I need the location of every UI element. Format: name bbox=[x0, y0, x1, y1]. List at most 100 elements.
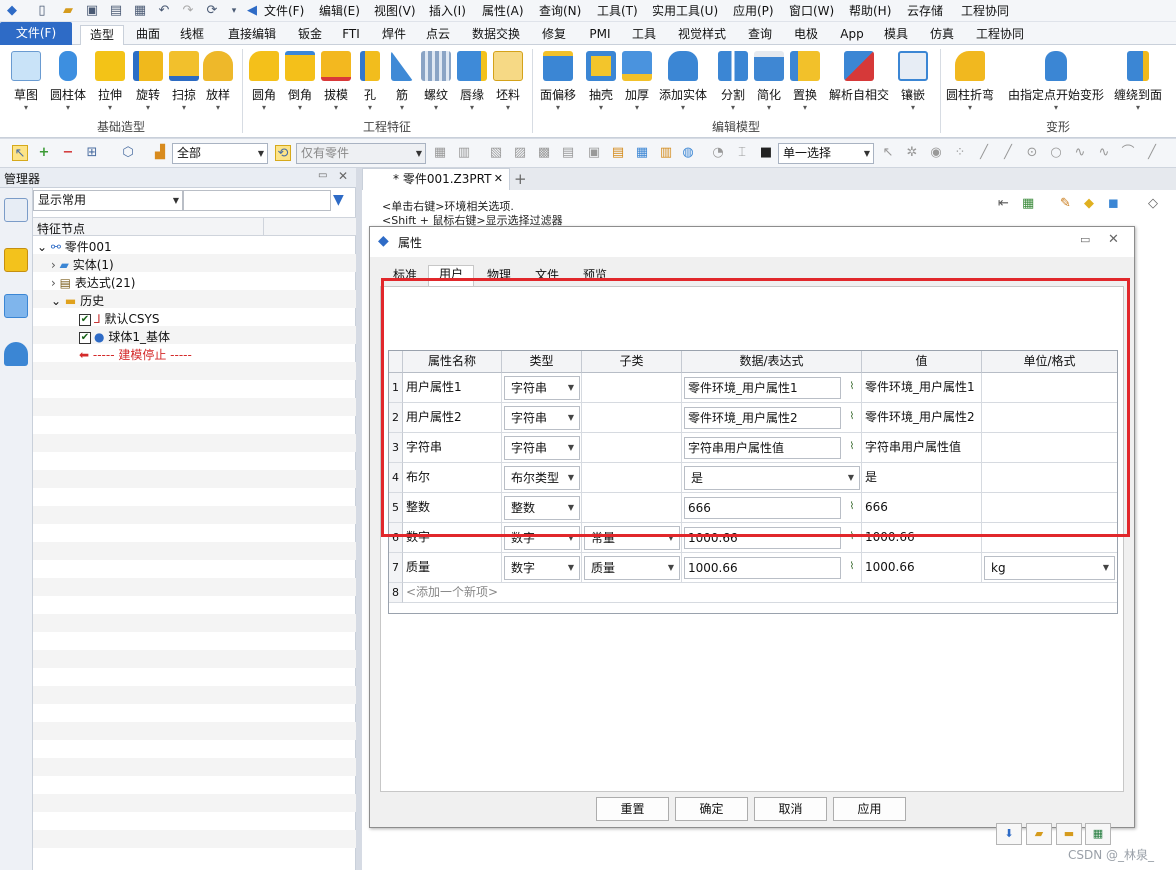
print-icon[interactable]: ▤ bbox=[108, 3, 124, 19]
chevron-down-icon[interactable]: ⌄ bbox=[51, 294, 61, 308]
property-name-cell[interactable]: 用户属性1 bbox=[403, 373, 502, 403]
simplify-button[interactable]: 简化 ▾ bbox=[752, 51, 786, 113]
face-offset-button[interactable]: 面偏移 ▾ bbox=[538, 51, 578, 113]
extrude-button[interactable]: 拉伸 ▾ bbox=[92, 51, 128, 113]
chevron-right-icon[interactable]: › bbox=[51, 276, 56, 290]
open-folder-button[interactable]: ▰ bbox=[1026, 823, 1052, 845]
tool-f-icon[interactable]: ▤ bbox=[560, 145, 576, 161]
tree-expressions[interactable]: › ▤ 表达式(21) bbox=[51, 274, 135, 292]
checkbox-checked[interactable]: ✔ bbox=[79, 313, 91, 326]
checkbox-checked[interactable]: ✔ bbox=[79, 331, 91, 344]
apply-button[interactable]: 应用 bbox=[833, 797, 906, 821]
tab-simulation[interactable]: 仿真 bbox=[924, 25, 960, 45]
data-input[interactable]: 1000.66 bbox=[684, 557, 841, 579]
tool-c-icon[interactable]: ▧ bbox=[488, 145, 504, 161]
tab-direct-edit[interactable]: 直接编辑 bbox=[222, 25, 282, 45]
rib-button[interactable]: 筋 ▾ bbox=[388, 51, 416, 113]
menu-collab[interactable]: 工程协同 bbox=[961, 3, 1009, 19]
subtype-select[interactable]: 常量 ▼ bbox=[584, 526, 680, 550]
history-icon[interactable]: ◔ bbox=[710, 145, 726, 161]
resolve-self-intersect-button[interactable]: 解析自相交 bbox=[828, 51, 890, 103]
scope-combo[interactable]: 仅有零件 ▼ bbox=[296, 143, 426, 164]
shell-button[interactable]: 抽壳 ▾ bbox=[584, 51, 618, 113]
save-icon[interactable]: ▣ bbox=[84, 3, 100, 19]
tab-tools[interactable]: 工具 bbox=[626, 25, 662, 45]
type-select[interactable]: 整数 ▼ bbox=[504, 496, 580, 520]
emboss-button[interactable]: 镶嵌 ▾ bbox=[896, 51, 930, 113]
quick-access-dropdown-icon[interactable]: ▾ bbox=[226, 3, 242, 19]
tool-d-icon[interactable]: ▨ bbox=[512, 145, 528, 161]
type-select[interactable]: 布尔类型 ▼ bbox=[504, 466, 580, 490]
type-select[interactable]: 字符串 ▼ bbox=[504, 376, 580, 400]
new-file-icon[interactable]: ▯ bbox=[34, 3, 50, 19]
remove-icon[interactable]: − bbox=[60, 145, 76, 161]
redo-icon[interactable]: ↷ bbox=[180, 3, 196, 19]
tab-preview[interactable]: 预览 bbox=[574, 267, 616, 286]
chamfer-button[interactable]: 倒角 ▾ bbox=[282, 51, 318, 113]
refresh-icon[interactable]: ⟳ bbox=[204, 3, 220, 19]
snap-a-icon[interactable]: ↖ bbox=[880, 145, 896, 161]
tool-g-icon[interactable]: ▣ bbox=[586, 145, 602, 161]
tab-weldment[interactable]: 焊件 bbox=[376, 25, 412, 45]
cylinder-bend-button[interactable]: 圆柱折弯 ▾ bbox=[944, 51, 996, 113]
tool-h-icon[interactable]: ▤ bbox=[610, 145, 626, 161]
tab-file[interactable]: 文件(F) bbox=[0, 22, 72, 45]
view-orientation-icon[interactable]: ◇ bbox=[1148, 196, 1158, 211]
split-button[interactable]: 分割 ▾ bbox=[716, 51, 750, 113]
add-icon[interactable]: + bbox=[36, 145, 52, 161]
tool-b-icon[interactable]: ▥ bbox=[456, 145, 472, 161]
menu-insert[interactable]: 插入(I) bbox=[429, 3, 466, 19]
tab-collab[interactable]: 工程协同 bbox=[970, 25, 1030, 45]
tree-view-icon[interactable] bbox=[4, 198, 28, 222]
property-name-cell[interactable]: 数字 bbox=[403, 523, 502, 553]
display-combo[interactable]: 显示常用 ▼ bbox=[33, 190, 183, 211]
dialog-close-icon[interactable]: ✕ bbox=[1108, 232, 1119, 247]
document-tab[interactable]: * 零件001.Z3PRT ✕ bbox=[362, 168, 510, 190]
snap-e-icon[interactable]: ╱ bbox=[976, 145, 992, 161]
tool-i-icon[interactable]: ▦ bbox=[634, 145, 650, 161]
data-input[interactable]: 666 bbox=[684, 497, 841, 519]
tab-visual-style[interactable]: 视觉样式 bbox=[672, 25, 732, 45]
select-mode-combo[interactable]: 单一选择 ▼ bbox=[778, 143, 874, 164]
undo-icon[interactable]: ↶ bbox=[156, 3, 172, 19]
pin-icon[interactable]: ▭ bbox=[318, 170, 327, 181]
replace-button[interactable]: 置换 ▾ bbox=[788, 51, 822, 113]
expression-edit-icon[interactable]: ⌇ bbox=[844, 379, 860, 395]
user-icon[interactable] bbox=[4, 342, 28, 366]
unit-select[interactable]: kg ▼ bbox=[984, 556, 1115, 580]
type-select[interactable]: 字符串 ▼ bbox=[504, 406, 580, 430]
expression-edit-icon[interactable]: ⌇ bbox=[844, 529, 860, 545]
tab-repair[interactable]: 修复 bbox=[536, 25, 572, 45]
tree-search-input[interactable] bbox=[183, 190, 331, 211]
tab-standard[interactable]: 标准 bbox=[384, 267, 426, 286]
data-input[interactable]: 零件环境_用户属性1 bbox=[684, 377, 841, 399]
tool-l-icon[interactable]: ⌶ bbox=[734, 145, 750, 161]
snap-j-icon[interactable]: ∿ bbox=[1096, 145, 1112, 161]
lip-button[interactable]: 唇缘 ▾ bbox=[454, 51, 490, 113]
tab-user[interactable]: 用户 bbox=[428, 265, 474, 287]
snap-c-icon[interactable]: ◉ bbox=[928, 145, 944, 161]
deform-from-point-button[interactable]: 由指定点开始变形 ▾ bbox=[1004, 51, 1108, 113]
snap-l-icon[interactable]: ╱ bbox=[1144, 145, 1160, 161]
thread-button[interactable]: 螺纹 ▾ bbox=[418, 51, 454, 113]
menu-window[interactable]: 窗口(W) bbox=[789, 3, 834, 19]
part-icon[interactable] bbox=[4, 248, 28, 272]
menu-attribute[interactable]: 属性(A) bbox=[482, 3, 524, 19]
tree-solid[interactable]: › ▰ 实体(1) bbox=[51, 256, 114, 274]
type-select[interactable]: 字符串 ▼ bbox=[504, 436, 580, 460]
property-name-cell[interactable]: 质量 bbox=[403, 553, 502, 583]
app-logo-icon[interactable]: ◆ bbox=[4, 3, 20, 19]
wrap-to-face-button[interactable]: 缠绕到面 ▾ bbox=[1112, 51, 1164, 113]
type-select[interactable]: 数字 ▼ bbox=[504, 526, 580, 550]
menu-help[interactable]: 帮助(H) bbox=[849, 3, 891, 19]
add-solid-button[interactable]: 添加实体 ▾ bbox=[658, 51, 708, 113]
snap-k-icon[interactable]: ⌒ bbox=[1120, 145, 1136, 161]
thicken-button[interactable]: 加厚 ▾ bbox=[620, 51, 654, 113]
menu-tools[interactable]: 工具(T) bbox=[597, 3, 638, 19]
type-select[interactable]: 数字 ▼ bbox=[504, 556, 580, 580]
tool-k-icon[interactable]: ◍ bbox=[680, 145, 696, 161]
polygon-select-icon[interactable]: ⬡ bbox=[120, 145, 136, 161]
snap-f-icon[interactable]: ╱ bbox=[1000, 145, 1016, 161]
cancel-button[interactable]: 取消 bbox=[754, 797, 827, 821]
stock-button[interactable]: 坯料 ▾ bbox=[490, 51, 526, 113]
